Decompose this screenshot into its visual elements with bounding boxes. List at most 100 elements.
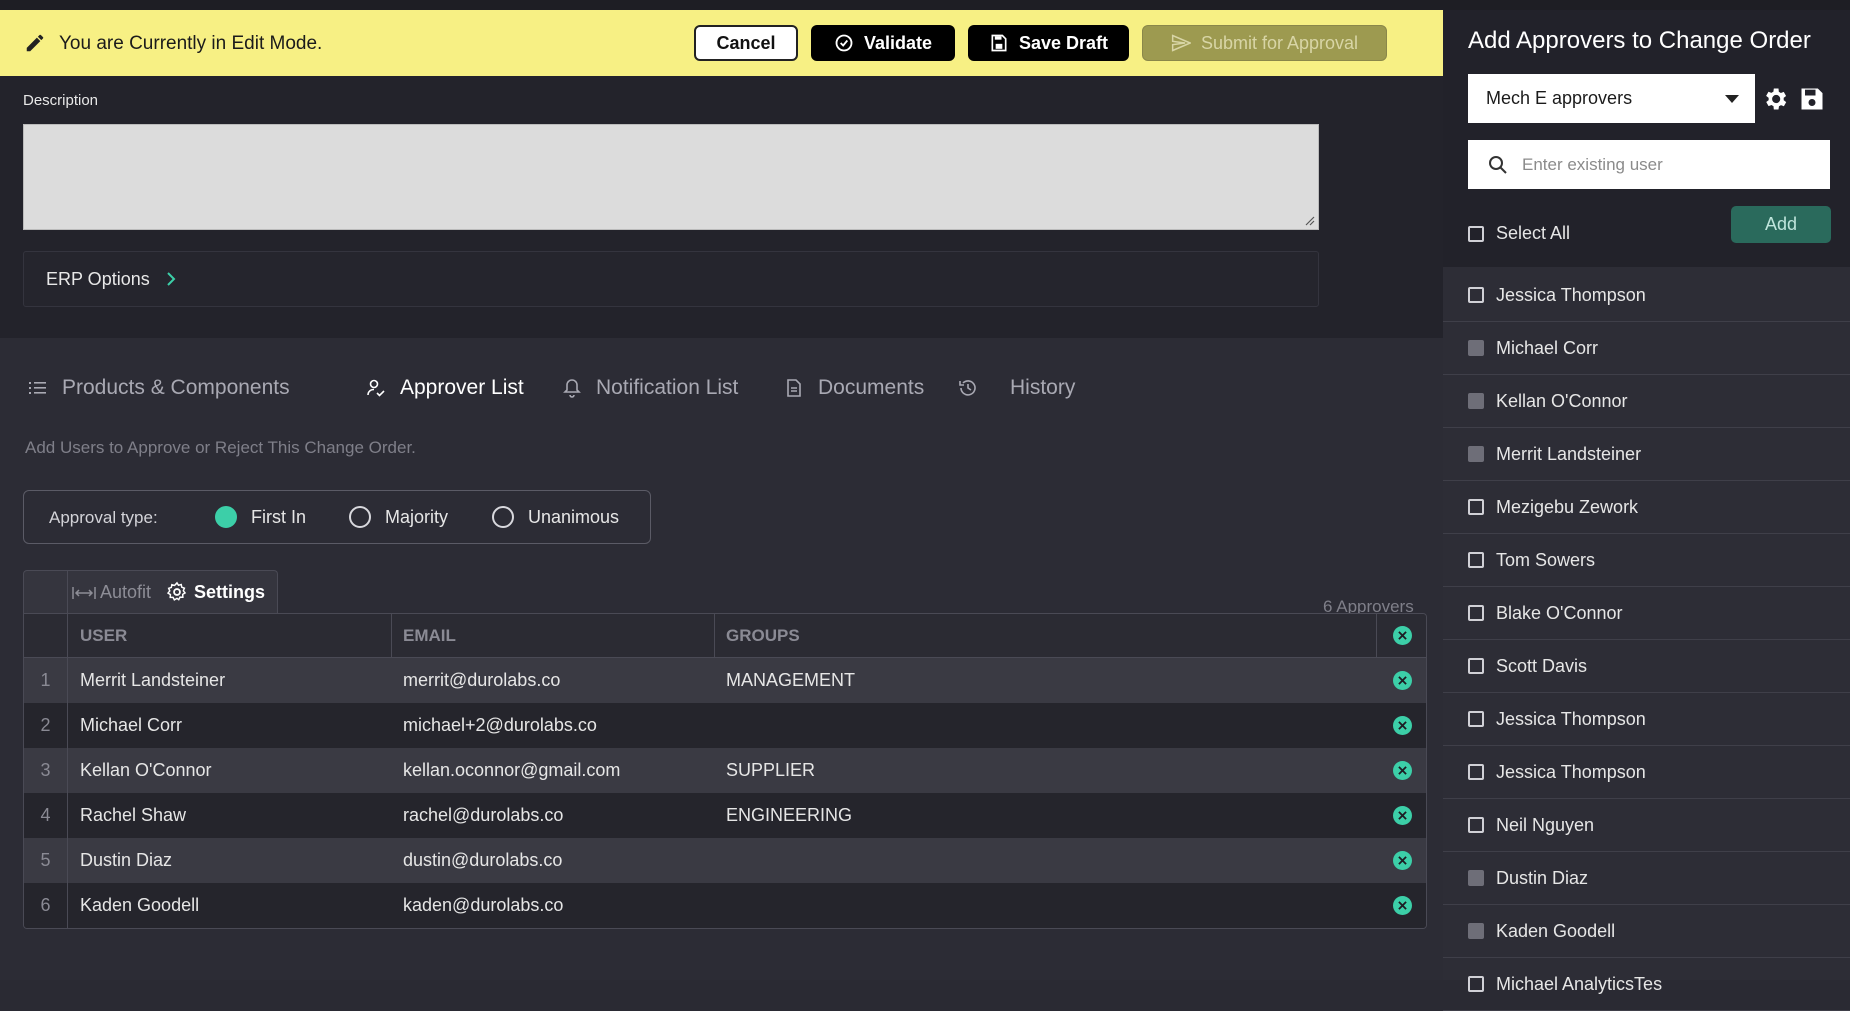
user-list-item[interactable]: Blake O'Connor	[1443, 587, 1850, 640]
grid-toolbar: Autofit Settings	[23, 570, 278, 614]
user-list-item[interactable]: Merrit Landsteiner	[1443, 428, 1850, 481]
column-divider[interactable]	[391, 614, 392, 657]
select-all-checkbox[interactable]: Select All	[1468, 223, 1570, 244]
radio-unselected-icon	[492, 506, 514, 528]
approver-template-select[interactable]: Mech E approvers	[1468, 74, 1755, 123]
checkbox-icon[interactable]	[1468, 658, 1484, 674]
add-button[interactable]: Add	[1731, 206, 1831, 243]
column-header-groups[interactable]: GROUPS	[726, 614, 800, 657]
panel-header: Add Approvers to Change Order Mech E app…	[1443, 10, 1850, 267]
email-cell[interactable]: rachel@durolabs.co	[403, 793, 563, 838]
main-content: You are Currently in Edit Mode. Cancel V…	[0, 10, 1443, 980]
tab-documents[interactable]: Documents	[784, 368, 924, 408]
table-row[interactable]: 6 Kaden Goodell kaden@durolabs.co	[24, 883, 1426, 928]
radio-unselected-icon	[349, 506, 371, 528]
tab-history[interactable]: History	[958, 368, 1075, 408]
cancel-button[interactable]: Cancel	[694, 25, 798, 61]
template-settings-icon[interactable]	[1761, 85, 1789, 113]
email-cell[interactable]: kaden@durolabs.co	[403, 883, 563, 928]
save-template-icon[interactable]	[1798, 85, 1826, 113]
user-list-item[interactable]: Tom Sowers	[1443, 534, 1850, 587]
close-icon	[1392, 896, 1412, 915]
user-list-item[interactable]: Michael Corr	[1443, 322, 1850, 375]
cancel-label: Cancel	[716, 32, 776, 53]
email-cell[interactable]: dustin@durolabs.co	[403, 838, 562, 883]
checkbox-icon[interactable]	[1468, 552, 1484, 568]
close-icon	[1392, 716, 1412, 735]
checkbox-icon[interactable]	[1468, 605, 1484, 621]
table-header-row: USER EMAIL GROUPS	[24, 614, 1426, 658]
row-number: 3	[24, 748, 68, 793]
column-divider[interactable]	[714, 614, 715, 657]
search-input[interactable]	[1522, 154, 1802, 175]
user-list-item[interactable]: Scott Davis	[1443, 640, 1850, 693]
email-cell[interactable]: kellan.oconnor@gmail.com	[403, 748, 620, 793]
checkbox-icon[interactable]	[1468, 976, 1484, 992]
remove-all-button[interactable]	[1376, 614, 1426, 657]
tab-notification-list[interactable]: Notification List	[562, 368, 738, 408]
user-list-item[interactable]: Neil Nguyen	[1443, 799, 1850, 852]
radio-unanimous[interactable]: Unanimous	[492, 506, 619, 528]
checkbox-icon[interactable]	[1468, 287, 1484, 303]
table-row[interactable]: 5 Dustin Diaz dustin@durolabs.co	[24, 838, 1426, 883]
autofit-icon	[72, 586, 96, 599]
user-cell[interactable]: Michael Corr	[80, 703, 182, 748]
remove-approver-button[interactable]	[1376, 793, 1426, 838]
table-row[interactable]: 3 Kellan O'Connor kellan.oconnor@gmail.com…	[24, 748, 1426, 793]
validate-button[interactable]: Validate	[811, 25, 955, 61]
remove-approver-button[interactable]	[1376, 838, 1426, 883]
checkbox-icon[interactable]	[1468, 711, 1484, 727]
user-cell[interactable]: Rachel Shaw	[80, 793, 186, 838]
search-icon	[1489, 155, 1507, 174]
user-cell[interactable]: Merrit Landsteiner	[80, 658, 225, 703]
caret-down-icon	[1725, 95, 1739, 103]
user-list-item[interactable]: Jessica Thompson	[1443, 693, 1850, 746]
column-header-email[interactable]: EMAIL	[403, 614, 456, 657]
user-list-item[interactable]: Jessica Thompson	[1443, 746, 1850, 799]
radio-first-in[interactable]: First In	[215, 506, 306, 528]
user-list-item[interactable]: Mezigebu Zework	[1443, 481, 1850, 534]
radio-label: Majority	[385, 506, 449, 527]
remove-approver-button[interactable]	[1376, 703, 1426, 748]
pencil-icon	[26, 34, 44, 52]
user-search[interactable]	[1468, 140, 1830, 189]
approver-subtitle: Add Users to Approve or Reject This Chan…	[25, 438, 416, 457]
remove-approver-button[interactable]	[1376, 883, 1426, 928]
groups-cell[interactable]: SUPPLIER	[726, 748, 815, 793]
description-textarea[interactable]	[23, 124, 1319, 230]
resize-grip-icon[interactable]	[1303, 214, 1315, 226]
column-header-user[interactable]: USER	[80, 614, 127, 657]
checkbox-icon[interactable]	[1468, 764, 1484, 780]
email-cell[interactable]: merrit@durolabs.co	[403, 658, 560, 703]
user-cell[interactable]: Dustin Diaz	[80, 838, 172, 883]
checkbox-icon	[1468, 225, 1484, 242]
save-draft-button[interactable]: Save Draft	[968, 25, 1129, 61]
tab-approver-list[interactable]: Approver List	[366, 368, 524, 408]
remove-approver-button[interactable]	[1376, 658, 1426, 703]
user-list-item[interactable]: Michael AnalyticsTes	[1443, 958, 1850, 1011]
user-list-item[interactable]: Kellan O'Connor	[1443, 375, 1850, 428]
radio-majority[interactable]: Majority	[349, 506, 448, 528]
user-cell[interactable]: Kellan O'Connor	[80, 748, 212, 793]
checkbox-icon[interactable]	[1468, 499, 1484, 515]
user-list-item[interactable]: Dustin Diaz	[1443, 852, 1850, 905]
grid-corner	[24, 571, 68, 614]
groups-cell[interactable]: ENGINEERING	[726, 793, 852, 838]
groups-cell[interactable]: MANAGEMENT	[726, 658, 855, 703]
table-row[interactable]: 2 Michael Corr michael+2@durolabs.co	[24, 703, 1426, 748]
user-list-item[interactable]: Jessica Thompson	[1443, 269, 1850, 322]
erp-options-toggle[interactable]: ERP Options	[23, 251, 1319, 307]
checkbox-icon[interactable]	[1468, 817, 1484, 833]
submit-for-approval-button[interactable]: Submit for Approval	[1142, 25, 1387, 61]
grid-settings-button[interactable]: Settings	[166, 581, 265, 603]
user-list-item[interactable]: Kaden Goodell	[1443, 905, 1850, 958]
remove-approver-button[interactable]	[1376, 748, 1426, 793]
table-row[interactable]: 1 Merrit Landsteiner merrit@durolabs.co MAN…	[24, 658, 1426, 703]
save-icon	[991, 34, 1007, 52]
table-row[interactable]: 4 Rachel Shaw rachel@durolabs.co ENGINEERIN…	[24, 793, 1426, 838]
email-cell[interactable]: michael+2@durolabs.co	[403, 703, 597, 748]
tab-products-components[interactable]: Products & Components	[28, 368, 290, 408]
user-cell[interactable]: Kaden Goodell	[80, 883, 199, 928]
close-icon	[1392, 671, 1412, 690]
autofit-button[interactable]: Autofit	[72, 582, 151, 603]
